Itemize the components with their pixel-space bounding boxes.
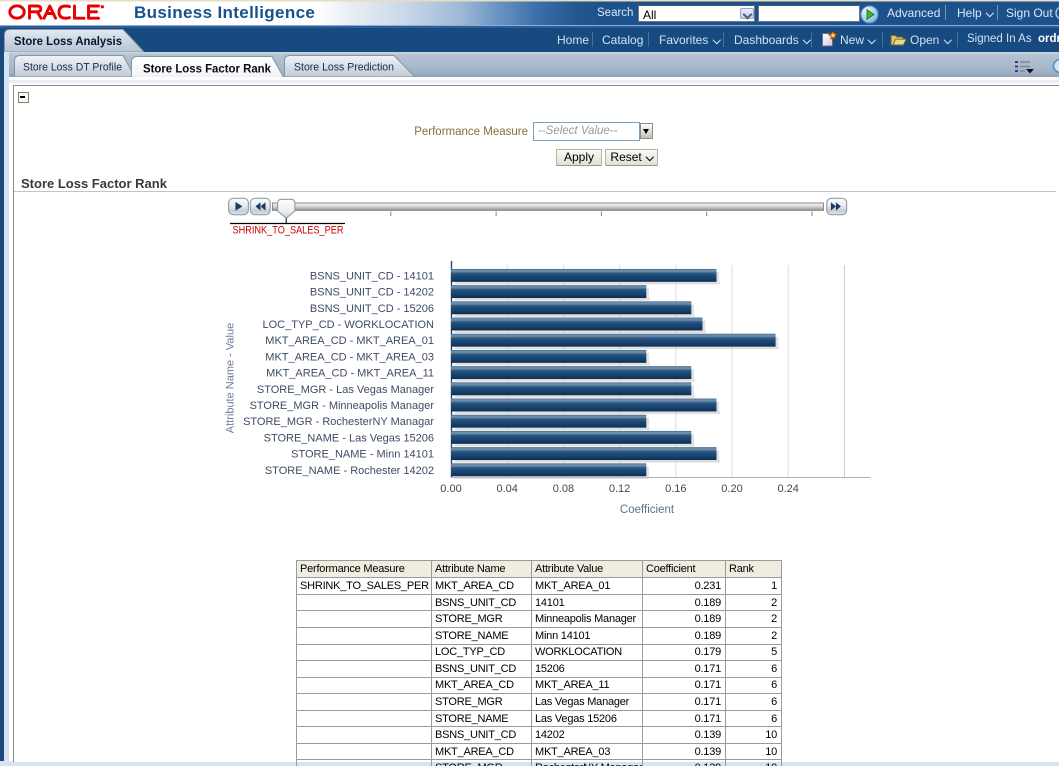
svg-text:0.12: 0.12 [609,483,630,495]
svg-text:STORE_MGR - RochesterNY Managa: STORE_MGR - RochesterNY Managar [243,416,434,428]
svg-text:Store Loss Factor Rank: Store Loss Factor Rank [143,63,271,76]
svg-text:MKT_AREA_CD - MKT_AREA_03: MKT_AREA_CD - MKT_AREA_03 [265,351,434,363]
svg-text:STORE_NAME - Rochester 14202: STORE_NAME - Rochester 14202 [265,465,434,477]
svg-text:Store Loss Prediction: Store Loss Prediction [294,62,394,74]
svg-text:0.04: 0.04 [496,483,517,495]
svg-text:0.16: 0.16 [665,483,686,495]
svg-text:BSNS_UNIT_CD - 14101: BSNS_UNIT_CD - 14101 [310,270,434,282]
svg-text:STORE_MGR - Las Vegas Manager: STORE_MGR - Las Vegas Manager [257,384,434,396]
svg-text:STORE_MGR - Minneapolis Manage: STORE_MGR - Minneapolis Manager [250,400,435,412]
svg-text:0.08: 0.08 [553,483,574,495]
svg-text:Store Loss Analysis: Store Loss Analysis [14,34,122,48]
svg-text:STORE_NAME - Las Vegas 15206: STORE_NAME - Las Vegas 15206 [264,432,434,444]
svg-text:LOC_TYP_CD - WORKLOCATION: LOC_TYP_CD - WORKLOCATION [262,319,434,331]
svg-text:Coefficient: Coefficient [620,504,675,516]
svg-text:BSNS_UNIT_CD - 14202: BSNS_UNIT_CD - 14202 [310,287,434,299]
svg-text:Attribute Name - Value: Attribute Name - Value [225,323,237,433]
svg-text:0.00: 0.00 [440,483,461,495]
svg-text:0.24: 0.24 [777,483,798,495]
svg-text:SHRINK_TO_SALES_PER: SHRINK_TO_SALES_PER [233,225,344,237]
svg-text:BSNS_UNIT_CD - 15206: BSNS_UNIT_CD - 15206 [310,303,434,315]
svg-text:MKT_AREA_CD - MKT_AREA_11: MKT_AREA_CD - MKT_AREA_11 [266,368,434,380]
svg-text:Store Loss DT Profile: Store Loss DT Profile [23,62,122,74]
svg-text:0.20: 0.20 [721,483,742,495]
svg-text:MKT_AREA_CD - MKT_AREA_01: MKT_AREA_CD - MKT_AREA_01 [265,335,434,347]
svg-text:STORE_NAME - Minn 14101: STORE_NAME - Minn 14101 [291,449,434,461]
